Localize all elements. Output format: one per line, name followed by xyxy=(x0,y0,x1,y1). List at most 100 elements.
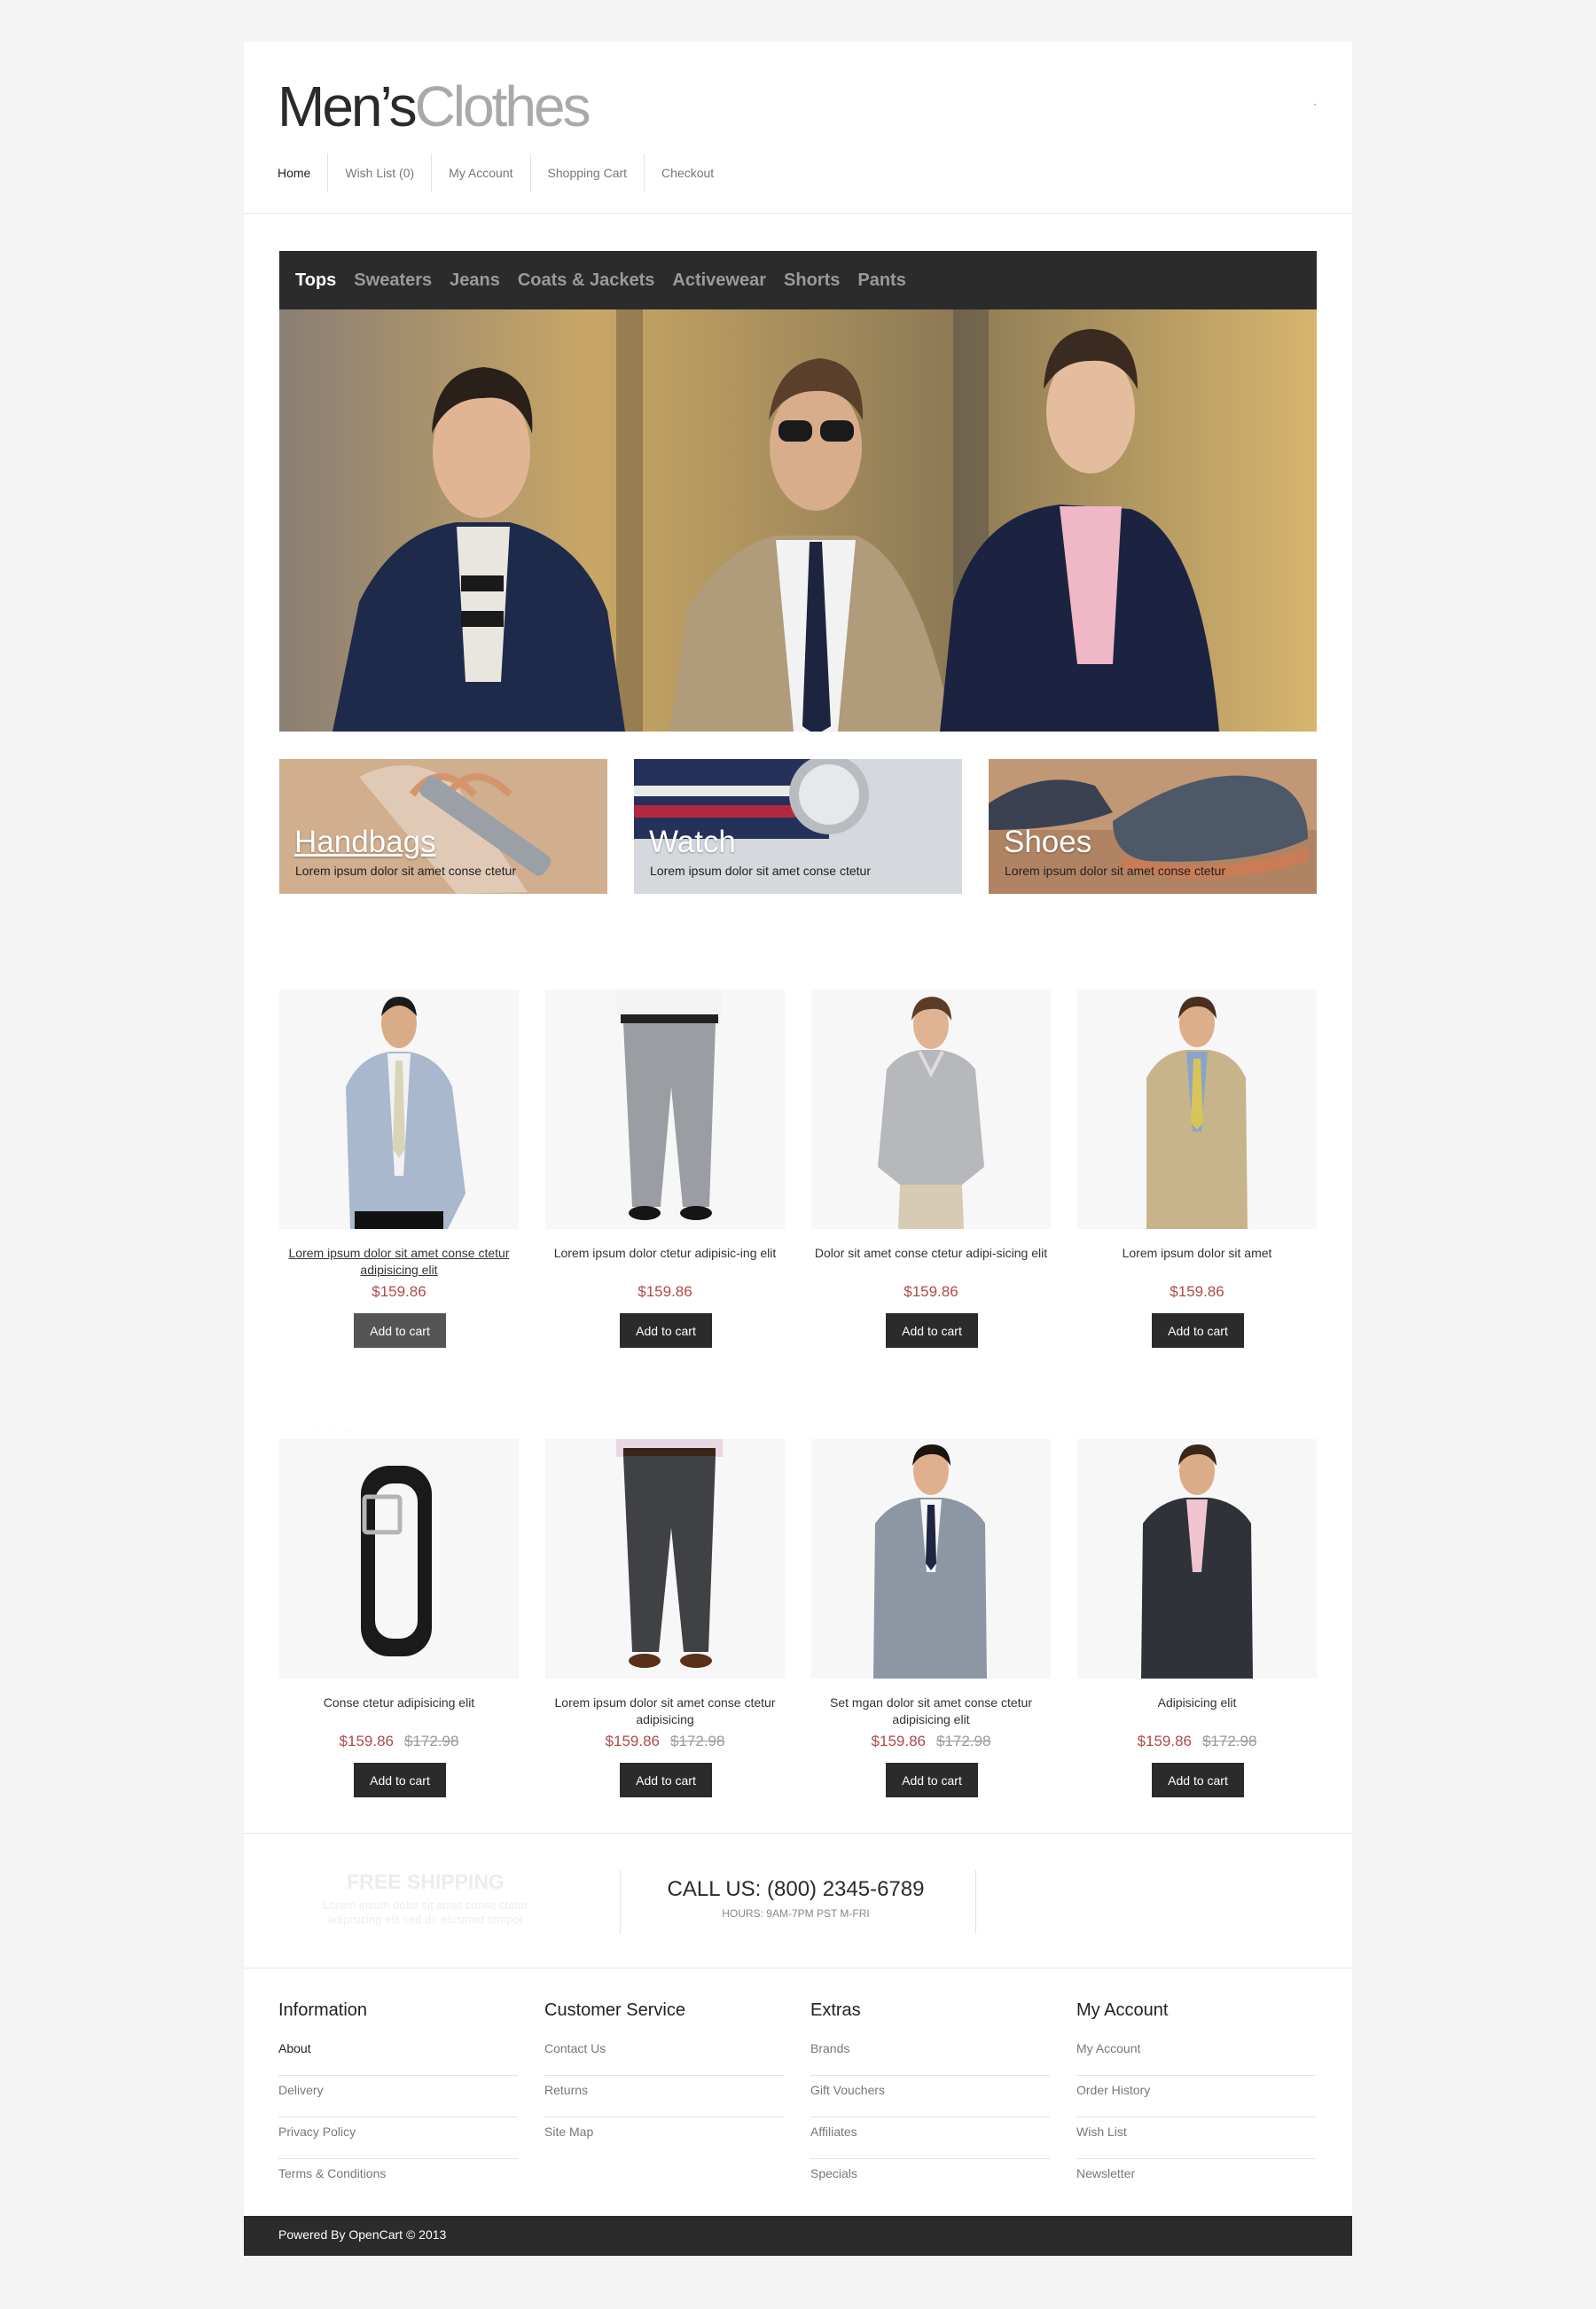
nav-my-account[interactable]: My Account xyxy=(431,153,529,192)
price-new: $159.86 xyxy=(871,1733,926,1749)
product-image[interactable] xyxy=(279,990,519,1229)
product-image[interactable] xyxy=(545,1439,785,1679)
footer-link-delivery[interactable]: Delivery xyxy=(278,2077,518,2117)
product-card: Lorem ipsum dolor sit amet conse ctetur … xyxy=(545,1439,785,1797)
call-us-text: CALL US: (800) 2345-6789 xyxy=(667,1877,925,1901)
top-navigation: Home Wish List (0) My Account Shopping C… xyxy=(278,153,731,192)
logo-text-clothes: Clothes xyxy=(414,74,591,138)
footer-column-customer-service: Customer Service Contact Us Returns Site… xyxy=(544,2001,784,2160)
category-activewear[interactable]: Activewear xyxy=(672,270,766,291)
category-jeans[interactable]: Jeans xyxy=(450,270,500,291)
add-to-cart-button[interactable]: Add to cart xyxy=(354,1313,446,1348)
add-to-cart-button[interactable]: Add to cart xyxy=(620,1313,712,1348)
hero-slider-image[interactable] xyxy=(279,309,1317,732)
product-name-link[interactable]: Dolor sit amet conse ctetur adipi-sicing… xyxy=(811,1245,1051,1262)
header-dot xyxy=(1314,104,1316,106)
product-image[interactable] xyxy=(545,990,785,1229)
price-new: $159.86 xyxy=(1137,1733,1192,1749)
footer-link-gift-vouchers[interactable]: Gift Vouchers xyxy=(810,2077,1050,2117)
category-coats-jackets[interactable]: Coats & Jackets xyxy=(518,270,655,291)
category-sweaters[interactable]: Sweaters xyxy=(354,270,432,291)
product-name-link[interactable]: Adipisicing elit xyxy=(1077,1695,1317,1711)
product-name-link[interactable]: Lorem ipsum dolor sit amet xyxy=(1077,1245,1317,1262)
footer-link-order-history[interactable]: Order History xyxy=(1076,2077,1316,2117)
banner-title-watch: Watch xyxy=(649,825,736,859)
product-name-link[interactable]: Lorem ipsum dolor ctetur adipisic-ing el… xyxy=(545,1245,785,1262)
hours-text: HOURS: 9AM-7PM PST M-FRI xyxy=(722,1907,870,1920)
category-shorts[interactable]: Shorts xyxy=(784,270,840,291)
banner-subtitle-watch: Lorem ipsum dolor sit amet conse ctetur xyxy=(650,864,871,878)
product-card: Lorem ipsum dolor sit amet $159.86 Add t… xyxy=(1077,990,1317,1348)
product-photo-dark-trousers xyxy=(545,1439,785,1679)
product-image[interactable] xyxy=(279,1439,519,1679)
banner-watch[interactable]: Watch Lorem ipsum dolor sit amet conse c… xyxy=(634,759,962,894)
strip-divider-right xyxy=(975,1870,976,1934)
product-name-link[interactable]: Lorem ipsum dolor sit amet conse ctetur … xyxy=(279,1245,519,1279)
price-old: $172.98 xyxy=(936,1733,991,1749)
footer-heading: Information xyxy=(278,2000,368,2020)
product-photo-tan-suit xyxy=(1077,990,1317,1229)
footer-heading: My Account xyxy=(1076,2000,1169,2020)
footer-column-extras: Extras Brands Gift Vouchers Affiliates S… xyxy=(810,2001,1050,2202)
nav-shopping-cart[interactable]: Shopping Cart xyxy=(529,153,645,192)
product-image[interactable] xyxy=(1077,990,1317,1229)
footer-heading: Customer Service xyxy=(544,2000,685,2020)
category-pants[interactable]: Pants xyxy=(857,270,905,291)
add-to-cart-button[interactable]: Add to cart xyxy=(354,1763,446,1797)
product-price: $159.86 $172.98 xyxy=(279,1733,519,1750)
banner-subtitle-shoes: Lorem ipsum dolor sit amet conse ctetur xyxy=(1005,864,1225,878)
product-card: Dolor sit amet conse ctetur adipi-sicing… xyxy=(811,990,1051,1348)
add-to-cart-button[interactable]: Add to cart xyxy=(886,1313,978,1348)
banner-shoes[interactable]: Shoes Lorem ipsum dolor sit amet conse c… xyxy=(989,759,1317,894)
product-card: Lorem ipsum dolor sit amet conse ctetur … xyxy=(279,990,519,1348)
add-to-cart-button[interactable]: Add to cart xyxy=(1152,1763,1244,1797)
product-price: $159.86 xyxy=(811,1283,1051,1301)
nav-home[interactable]: Home xyxy=(278,153,327,192)
footer-link-brands[interactable]: Brands xyxy=(810,2035,1050,2076)
free-shipping-text: Lorem ipsum dolor sit amet conse ctetur … xyxy=(323,1898,528,1926)
product-image[interactable] xyxy=(1077,1439,1317,1679)
banner-title-shoes: Shoes xyxy=(1004,825,1092,859)
add-to-cart-button[interactable]: Add to cart xyxy=(1152,1313,1244,1348)
banner-title-handbags: Handbags xyxy=(294,825,436,859)
footer-link-terms[interactable]: Terms & Conditions xyxy=(278,2160,518,2201)
product-card: Lorem ipsum dolor ctetur adipisic-ing el… xyxy=(545,990,785,1348)
footer-link-affiliates[interactable]: Affiliates xyxy=(810,2118,1050,2159)
product-price: $159.86 xyxy=(545,1283,785,1301)
footer-link-privacy-policy[interactable]: Privacy Policy xyxy=(278,2118,518,2159)
footer-link-contact-us[interactable]: Contact Us xyxy=(544,2035,784,2076)
footer-link-about[interactable]: About xyxy=(278,2035,518,2076)
price-old: $172.98 xyxy=(404,1733,459,1749)
product-image[interactable] xyxy=(811,1439,1051,1679)
category-tops[interactable]: Tops xyxy=(295,270,336,291)
footer-column-my-account: My Account My Account Order History Wish… xyxy=(1076,2001,1316,2202)
footer-link-my-account[interactable]: My Account xyxy=(1076,2035,1316,2076)
price-new: $159.86 xyxy=(339,1733,394,1749)
product-card: Conse ctetur adipisicing elit $159.86 $17… xyxy=(279,1439,519,1797)
add-to-cart-button[interactable]: Add to cart xyxy=(886,1763,978,1797)
footer-heading: Extras xyxy=(810,2000,861,2020)
footer-link-newsletter[interactable]: Newsletter xyxy=(1076,2160,1316,2201)
store-logo[interactable]: Men’sClothes xyxy=(278,67,591,146)
product-card: Set mgan dolor sit amet conse ctetur adi… xyxy=(811,1439,1051,1797)
product-photo-black-belt xyxy=(279,1439,519,1679)
product-image[interactable] xyxy=(811,990,1051,1229)
product-name-link[interactable]: Set mgan dolor sit amet conse ctetur adi… xyxy=(811,1695,1051,1728)
footer-link-specials[interactable]: Specials xyxy=(810,2160,1050,2201)
footer-link-site-map[interactable]: Site Map xyxy=(544,2118,784,2159)
product-price: $159.86 xyxy=(1077,1283,1317,1301)
price-new: $159.86 xyxy=(372,1283,426,1300)
product-name-link[interactable]: Conse ctetur adipisicing elit xyxy=(279,1695,519,1711)
product-name-link[interactable]: Lorem ipsum dolor sit amet conse ctetur … xyxy=(545,1695,785,1728)
footer-link-wish-list[interactable]: Wish List xyxy=(1076,2118,1316,2159)
add-to-cart-button[interactable]: Add to cart xyxy=(620,1763,712,1797)
price-new: $159.86 xyxy=(1170,1283,1224,1300)
product-card: Adipisicing elit $159.86 $172.98 Add to c… xyxy=(1077,1439,1317,1797)
banner-handbags[interactable]: Handbags Lorem ipsum dolor sit amet cons… xyxy=(279,759,607,894)
faint-decoration: . . . xyxy=(317,1425,356,1435)
nav-wish-list[interactable]: Wish List (0) xyxy=(327,153,431,192)
price-new: $159.86 xyxy=(638,1283,692,1300)
product-price: $159.86 xyxy=(279,1283,519,1301)
nav-checkout[interactable]: Checkout xyxy=(644,153,731,192)
footer-link-returns[interactable]: Returns xyxy=(544,2077,784,2117)
